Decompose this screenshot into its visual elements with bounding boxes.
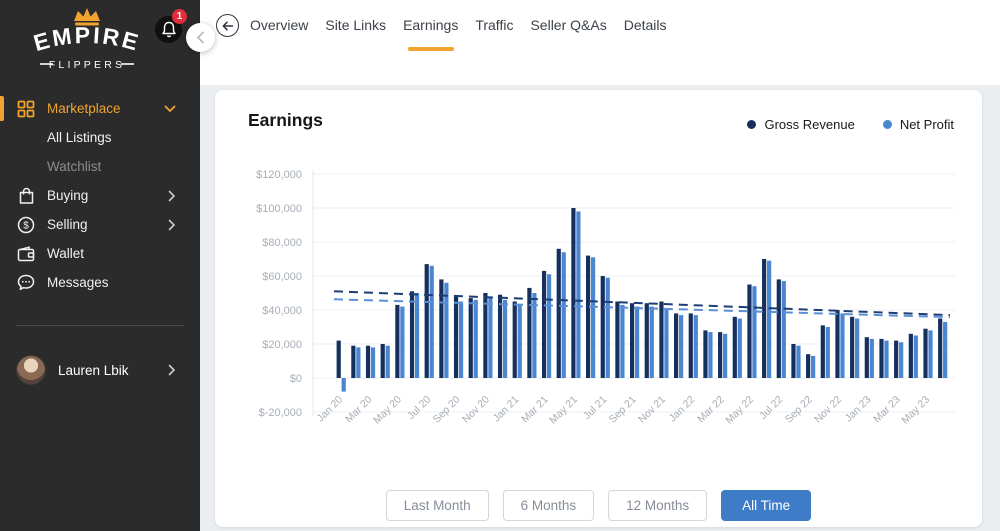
- tab-site-links[interactable]: Site Links: [325, 0, 386, 52]
- chevron-right-icon: [168, 219, 176, 231]
- last-month-button[interactable]: Last Month: [385, 490, 489, 521]
- wallet-icon: [16, 244, 36, 264]
- svg-text:May 22: May 22: [723, 394, 756, 427]
- tab-traffic[interactable]: Traffic: [475, 0, 513, 52]
- top-navigation: Overview Site Links Earnings Traffic Sel…: [200, 0, 1000, 85]
- svg-text:Jul 20: Jul 20: [405, 394, 433, 422]
- svg-text:Jan 23: Jan 23: [843, 394, 874, 425]
- legend-net-profit: Net Profit: [882, 117, 954, 132]
- chevron-right-icon: [168, 364, 176, 376]
- page: EMPIRE FLIPPERS 1 Marketplace All Listin…: [0, 0, 1000, 531]
- notification-badge: 1: [172, 9, 187, 24]
- svg-text:Jan 21: Jan 21: [491, 394, 522, 425]
- chevron-down-icon: [164, 105, 176, 113]
- svg-text:$0: $0: [290, 373, 302, 385]
- earnings-chart: $120,000 $100,000 $80,000 $60,000 $40,000 $20…: [256, 169, 955, 427]
- six-months-button[interactable]: 6 Months: [502, 490, 595, 521]
- svg-text:May 20: May 20: [371, 394, 404, 427]
- chevron-left-icon: [196, 31, 204, 44]
- sidebar-item-label: Buying: [47, 188, 89, 203]
- logo-title: EMPIRE: [31, 22, 141, 56]
- tab-seller-qas[interactable]: Seller Q&As: [530, 0, 606, 52]
- svg-text:May 23: May 23: [899, 394, 932, 427]
- empire-flippers-logo[interactable]: EMPIRE FLIPPERS: [12, 6, 162, 72]
- legend-gross-revenue: Gross Revenue: [747, 117, 855, 132]
- sidebar-item-selling[interactable]: $ Selling: [0, 210, 200, 239]
- active-tab-underline: [407, 47, 454, 51]
- svg-text:$: $: [23, 220, 29, 231]
- gross-revenue-dot: [747, 120, 757, 129]
- sidebar-nav: Marketplace All Listings Watchlist Buyin…: [0, 94, 200, 297]
- svg-text:Nov 22: Nov 22: [812, 394, 844, 426]
- svg-text:Mar 20: Mar 20: [343, 394, 375, 426]
- chevron-right-icon: [168, 190, 176, 202]
- grid-icon: [16, 99, 36, 119]
- earnings-card: Earnings Gross Revenue Net Profit $120,0…: [215, 90, 982, 527]
- svg-text:Jan 22: Jan 22: [667, 394, 698, 425]
- svg-text:$100,000: $100,000: [256, 203, 302, 215]
- arrow-left-icon: [222, 21, 233, 30]
- sidebar-item-messages[interactable]: Messages: [0, 268, 200, 297]
- svg-text:Jan 20: Jan 20: [315, 394, 346, 425]
- tab-earnings[interactable]: Earnings: [403, 0, 458, 52]
- tab-overview[interactable]: Overview: [250, 0, 308, 52]
- user-name: Lauren Lbik: [58, 362, 129, 378]
- svg-text:$120,000: $120,000: [256, 169, 302, 181]
- net-profit-dot: [882, 120, 892, 129]
- bell-icon: [161, 21, 176, 38]
- card-title: Earnings: [248, 110, 323, 130]
- avatar: [16, 355, 46, 385]
- back-button[interactable]: [216, 14, 239, 37]
- user-menu[interactable]: Lauren Lbik: [0, 350, 200, 390]
- bag-icon: [16, 186, 36, 206]
- sidebar-item-label: Messages: [47, 275, 109, 290]
- svg-text:$40,000: $40,000: [262, 305, 302, 317]
- all-time-button[interactable]: All Time: [721, 490, 812, 521]
- tab-details[interactable]: Details: [624, 0, 667, 52]
- sidebar-collapse-button[interactable]: [186, 23, 215, 52]
- active-indicator: [0, 96, 4, 121]
- tab-bar: Overview Site Links Earnings Traffic Sel…: [250, 0, 667, 52]
- chat-icon: [16, 273, 36, 293]
- sidebar-item-label: Marketplace: [47, 101, 121, 116]
- svg-text:Sep 20: Sep 20: [431, 394, 463, 426]
- chart-legend: Gross Revenue Net Profit: [747, 117, 954, 132]
- sidebar-item-buying[interactable]: Buying: [0, 181, 200, 210]
- twelve-months-button[interactable]: 12 Months: [608, 490, 708, 521]
- svg-text:$20,000: $20,000: [262, 339, 302, 351]
- sidebar-item-watchlist[interactable]: Watchlist: [0, 152, 200, 181]
- sidebar-item-label: Wallet: [47, 246, 85, 261]
- notifications-button[interactable]: 1: [155, 9, 187, 43]
- sidebar: EMPIRE FLIPPERS 1 Marketplace All Listin…: [0, 0, 200, 531]
- svg-text:Jul 22: Jul 22: [757, 394, 785, 422]
- svg-text:$-20,000: $-20,000: [259, 407, 302, 419]
- svg-text:$80,000: $80,000: [262, 237, 302, 249]
- sidebar-divider: [16, 325, 184, 326]
- sidebar-item-wallet[interactable]: Wallet: [0, 239, 200, 268]
- svg-text:May 21: May 21: [547, 394, 580, 427]
- svg-text:Sep 21: Sep 21: [607, 394, 639, 426]
- svg-text:$60,000: $60,000: [262, 271, 302, 283]
- svg-text:Nov 20: Nov 20: [460, 394, 492, 426]
- svg-text:Mar 23: Mar 23: [871, 394, 903, 426]
- dollar-icon: $: [16, 215, 36, 235]
- main-content: Earnings Gross Revenue Net Profit $120,0…: [200, 85, 1000, 531]
- date-range-buttons: Last Month 6 Months 12 Months All Time: [215, 490, 982, 521]
- sidebar-item-label: All Listings: [47, 130, 112, 145]
- sidebar-item-all-listings[interactable]: All Listings: [0, 123, 200, 152]
- sidebar-item-marketplace[interactable]: Marketplace: [0, 94, 200, 123]
- svg-text:Sep 22: Sep 22: [783, 394, 815, 426]
- logo-graphic: EMPIRE FLIPPERS: [31, 8, 144, 71]
- sidebar-item-label: Selling: [47, 217, 88, 232]
- sidebar-item-label: Watchlist: [47, 159, 102, 174]
- svg-text:EMPIRE: EMPIRE: [31, 22, 144, 56]
- svg-text:Jul 21: Jul 21: [581, 394, 609, 422]
- svg-text:Nov 21: Nov 21: [636, 394, 668, 426]
- svg-text:Mar 22: Mar 22: [695, 394, 727, 426]
- svg-text:Mar 21: Mar 21: [519, 394, 551, 426]
- logo-subtitle: FLIPPERS: [49, 59, 125, 71]
